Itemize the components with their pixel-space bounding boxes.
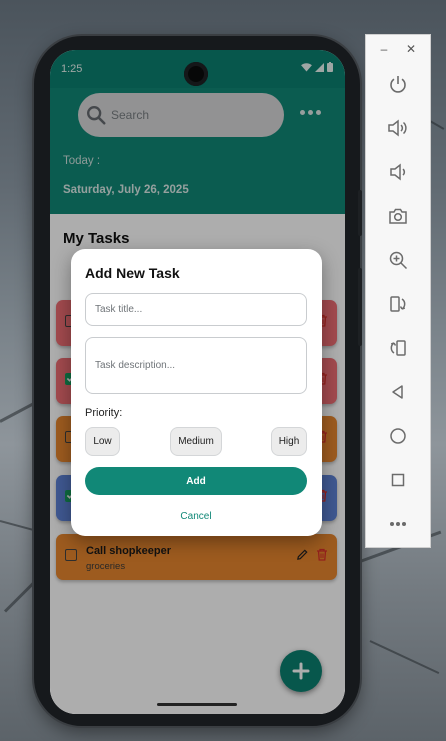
close-icon[interactable]: ✕ xyxy=(404,43,418,55)
add-button[interactable]: Add xyxy=(85,467,307,495)
minimize-icon[interactable]: – xyxy=(377,43,391,55)
phone-volume-key xyxy=(358,268,362,346)
rotate-right-button[interactable] xyxy=(385,335,411,361)
priority-high-button[interactable]: High xyxy=(271,427,307,456)
volume-down-icon xyxy=(390,163,406,181)
more-icon xyxy=(390,522,406,526)
zoom-icon xyxy=(389,251,408,270)
cancel-button[interactable]: Cancel xyxy=(167,508,225,524)
rotate-right-icon xyxy=(390,340,406,356)
volume-up-icon xyxy=(388,119,407,137)
zoom-button[interactable] xyxy=(385,247,411,273)
volume-up-button[interactable] xyxy=(385,115,411,141)
home-icon xyxy=(390,428,406,444)
task-description-input[interactable] xyxy=(85,337,307,394)
priority-medium-button[interactable]: Medium xyxy=(170,427,222,456)
phone-power-key xyxy=(358,190,362,236)
emulator-toolbar: – ✕ xyxy=(365,34,431,548)
add-task-dialog: Add New Task Priority: Low Medium High A… xyxy=(71,249,322,536)
screenshot-button[interactable] xyxy=(385,203,411,229)
camera-icon xyxy=(389,208,407,224)
back-icon xyxy=(392,385,403,399)
overview-button[interactable] xyxy=(385,467,411,493)
task-title-input[interactable] xyxy=(85,293,307,326)
more-button[interactable] xyxy=(385,511,411,537)
priority-low-button[interactable]: Low xyxy=(85,427,120,456)
power-icon xyxy=(390,76,406,93)
rotate-left-icon xyxy=(390,296,406,312)
overview-icon xyxy=(391,473,405,487)
phone-screen: 1:25 Search Today : Saturday, July 26, 2… xyxy=(50,50,345,714)
back-button[interactable] xyxy=(385,379,411,405)
home-button[interactable] xyxy=(385,423,411,449)
dialog-title: Add New Task xyxy=(85,265,180,281)
rotate-left-button[interactable] xyxy=(385,291,411,317)
volume-down-button[interactable] xyxy=(385,159,411,185)
power-button[interactable] xyxy=(385,71,411,97)
priority-label: Priority: xyxy=(85,407,123,419)
